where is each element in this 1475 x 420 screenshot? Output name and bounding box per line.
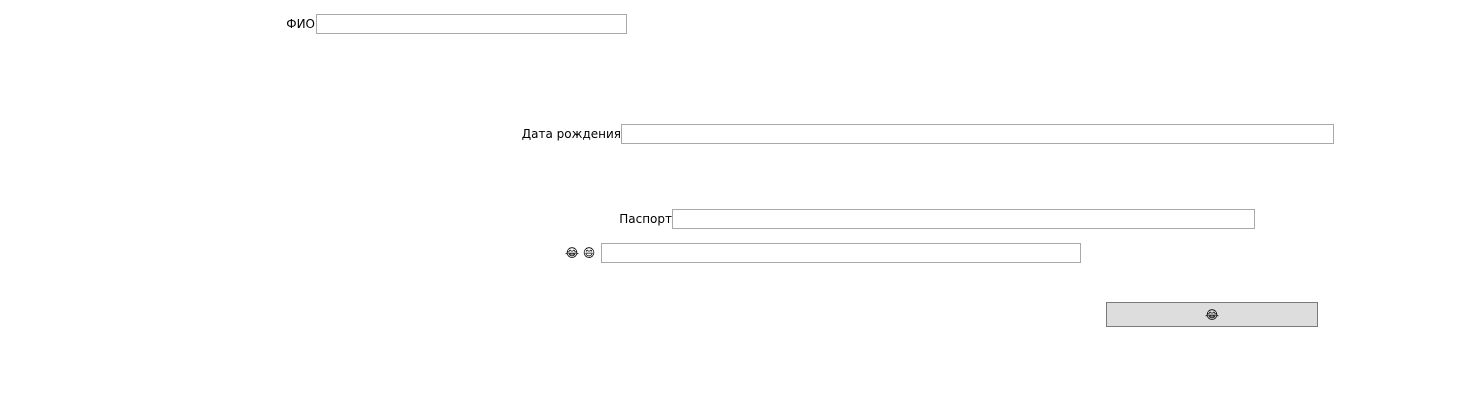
birth-date-label: Дата рождения xyxy=(521,127,621,141)
grinning-face-icon: 😄 xyxy=(582,246,596,260)
submit-button[interactable]: 😂 xyxy=(1106,302,1318,327)
face-with-tears-of-joy-icon: 😂 xyxy=(1205,307,1220,322)
birth-date-input[interactable] xyxy=(621,124,1334,144)
fio-label: ФИО xyxy=(286,17,315,31)
face-with-tears-of-joy-icon: 😂 xyxy=(565,246,580,260)
emoji-field-input[interactable] xyxy=(601,243,1081,263)
passport-input[interactable] xyxy=(672,209,1255,229)
fio-input[interactable] xyxy=(316,14,627,34)
passport-label: Паспорт xyxy=(619,212,672,226)
emoji-field-label: 😂 😄 xyxy=(565,243,596,263)
